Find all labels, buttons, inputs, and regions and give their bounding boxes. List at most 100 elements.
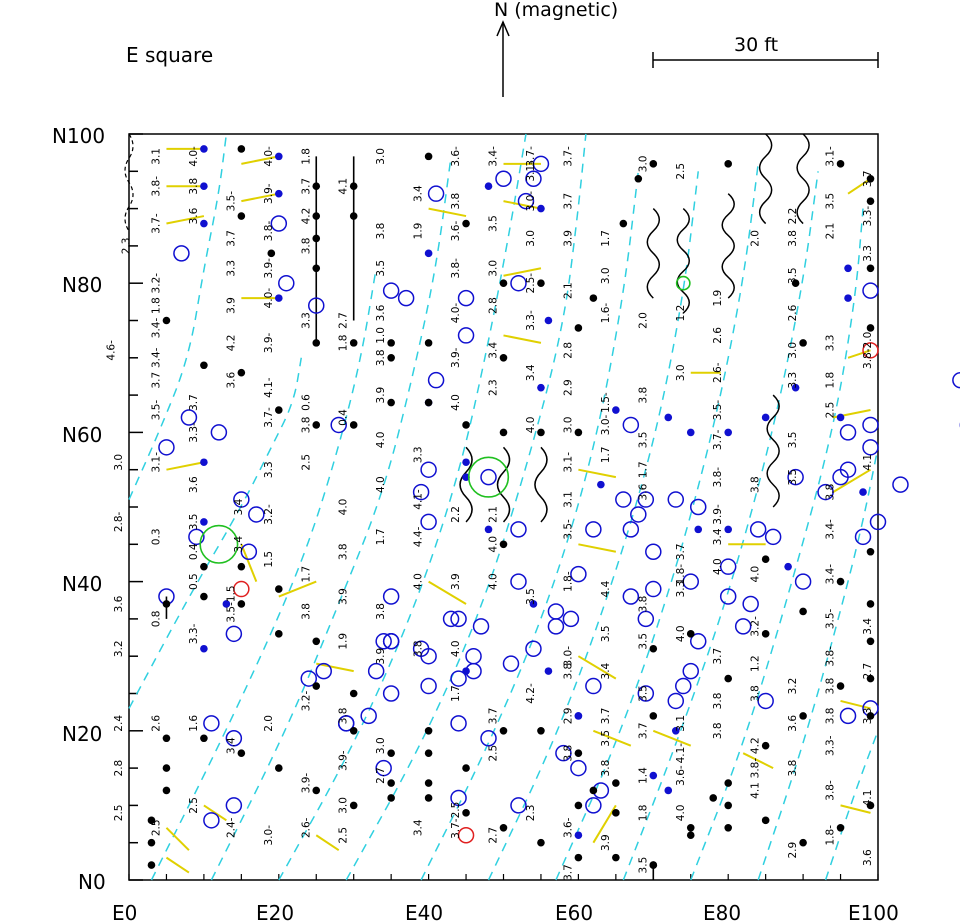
value-label: 1.7 (600, 230, 612, 247)
yellow-link (203, 804, 227, 822)
value-label: 4.0 (488, 536, 500, 553)
blue-dot (544, 667, 553, 675)
value-label: 1.8 (300, 148, 312, 165)
value-label: 2.7 (488, 827, 500, 844)
blue-circle (667, 692, 685, 710)
axis-label-e40: E40 (405, 901, 443, 923)
value-label: 3.9- (263, 258, 275, 279)
value-label: 3.6 (225, 372, 237, 389)
value-label: 1.8 (825, 372, 837, 389)
blue-circle (742, 595, 759, 613)
black-dot (799, 712, 807, 720)
north-label: N (magnetic) (494, 0, 618, 21)
value-label: 1.5- (600, 392, 612, 413)
blue-circle (562, 610, 580, 628)
value-label: 0.6 (300, 394, 312, 411)
value-label: 4.2 (300, 208, 312, 225)
value-label: 2.5- (525, 273, 537, 294)
blue-circle (952, 371, 960, 389)
black-dot (200, 592, 208, 601)
black-dot (312, 264, 321, 273)
value-label: 3.9 (338, 588, 350, 605)
value-label: 3.4 (233, 536, 245, 553)
value-label: 2.0 (637, 312, 649, 329)
black-dot (537, 428, 545, 437)
value-label: 2.8 (562, 342, 574, 359)
north-arrow (496, 20, 510, 97)
value-label: 3.6 (188, 476, 200, 493)
value-label: 3.0 (338, 797, 350, 814)
value-label: 3.2 (113, 640, 125, 657)
black-dot (424, 749, 433, 757)
value-label: 3.0- (525, 191, 537, 212)
black-dot (866, 324, 875, 332)
blue-dot (200, 182, 208, 191)
value-label: 4.0 (712, 558, 724, 575)
black-dot (574, 324, 583, 332)
value-label: 3.6 (637, 483, 649, 500)
value-label: 3.8- (450, 258, 462, 279)
value-label: 3.5- (825, 608, 837, 629)
value-label: 3.0- (600, 414, 612, 435)
blue-dot (844, 264, 852, 273)
value-label: 3.6- (675, 765, 687, 786)
value-label: 4.0 (675, 625, 687, 642)
black-dot (462, 421, 470, 429)
black-dot (649, 160, 658, 168)
value-label: 2.2 (787, 208, 799, 225)
value-label: 2.5 (675, 163, 687, 180)
black-dot (237, 368, 246, 377)
black-dot (424, 794, 433, 802)
blue-dot (694, 525, 703, 534)
blue-dot (462, 458, 470, 467)
value-label: 1.9 (712, 290, 724, 307)
black-dot (387, 794, 395, 802)
value-label: 4.1- (675, 743, 687, 764)
value-label: 3.3- (525, 310, 537, 331)
black-dot (349, 801, 358, 810)
black-dot (237, 212, 246, 220)
value-label: 1.8 (150, 297, 162, 314)
value-label: 3.0 (375, 737, 387, 754)
black-dot (866, 547, 875, 556)
black-dot (162, 786, 171, 795)
value-label: 2.0 (263, 715, 275, 732)
blue-circle (682, 662, 699, 680)
value-label: 3.9 (375, 387, 387, 404)
axis-label-e80: E80 (703, 901, 741, 923)
black-dot (312, 234, 321, 243)
value-label: 2.9 (562, 708, 574, 725)
blue-dot (859, 488, 867, 496)
value-label: 1.6 (188, 715, 200, 732)
value-label: 4.0 (750, 566, 762, 583)
blue-circle (689, 498, 707, 516)
blue-circle (675, 677, 692, 695)
blue-circle (420, 461, 437, 478)
value-label: 2.7 (338, 312, 350, 329)
value-label: 3.5 (488, 215, 500, 232)
value-label: 3.8-2.0 (862, 332, 874, 369)
value-label: 3.6 (375, 304, 387, 321)
value-label: 3.9- (450, 347, 462, 368)
black-dot (649, 861, 658, 869)
value-label: 2.5 (188, 797, 200, 814)
value-label: 3.4 (488, 342, 500, 359)
black-dot (574, 749, 583, 757)
blue-circle (585, 797, 602, 814)
value-label: 1.2 (750, 655, 762, 672)
black-dot (836, 577, 845, 586)
blue-circle (585, 521, 602, 538)
black-dot (312, 637, 321, 646)
yellow-link (165, 856, 190, 874)
blue-dot (574, 712, 583, 720)
value-label: 3.1 (562, 491, 574, 508)
value-label: 4.1 (338, 178, 350, 195)
value-label: 4.0- (188, 146, 200, 167)
yellow-link (316, 662, 354, 673)
blue-circle (645, 580, 662, 598)
value-label: 2.5 (300, 454, 312, 471)
value-label: 3.7 (637, 722, 649, 739)
blue-dot (544, 316, 553, 325)
black-dot (349, 339, 358, 347)
value-label: 3.9- (300, 773, 312, 794)
